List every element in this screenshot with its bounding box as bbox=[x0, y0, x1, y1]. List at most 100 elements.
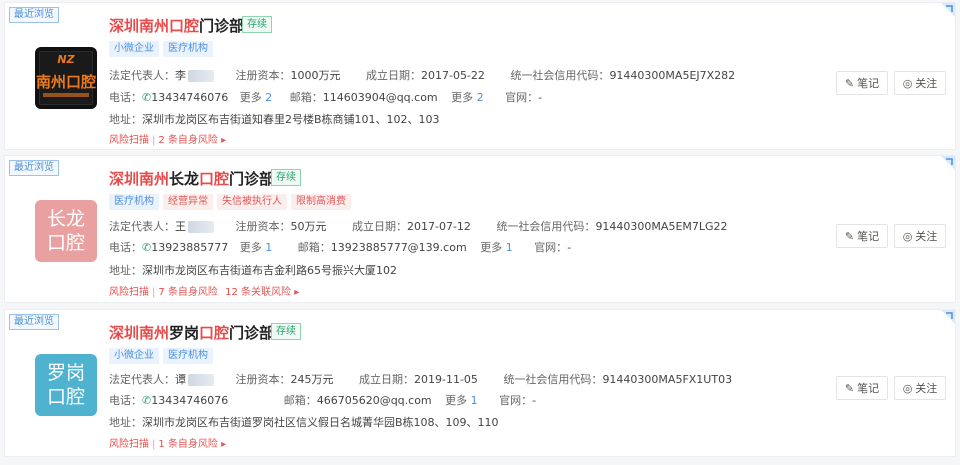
legal-rep-name[interactable]: 李 bbox=[175, 69, 186, 82]
company-name[interactable]: 深圳南州长龙口腔门诊部 bbox=[109, 168, 274, 189]
company-card[interactable]: 最近浏览 NZ 南州口腔 深圳南州口腔门诊部 存续 小微企业 医疗机构 法定代表… bbox=[4, 2, 956, 150]
edit-icon: ✎ bbox=[844, 76, 855, 90]
tag[interactable]: 医疗机构 bbox=[109, 194, 159, 210]
website-value: - bbox=[532, 394, 537, 407]
address-row: 地址：深圳市龙岗区布吉街道布吉金利路65号振兴大厦102 bbox=[109, 262, 397, 278]
follow-button[interactable]: ◎ 关注 bbox=[894, 376, 946, 400]
company-name[interactable]: 深圳南州罗岗口腔门诊部 bbox=[109, 322, 274, 343]
tag[interactable]: 医疗机构 bbox=[163, 41, 213, 57]
company-logo[interactable]: NZ 南州口腔 bbox=[35, 47, 97, 109]
phone-label: 电话： bbox=[109, 241, 142, 254]
address-value[interactable]: 深圳市龙岗区布吉街道罗岗社区信义假日名城菁华园B栋108、109、110 bbox=[142, 416, 499, 429]
capital-label: 注册资本： bbox=[235, 373, 291, 386]
address-row: 地址：深圳市龙岗区布吉街道罗岗社区信义假日名城菁华园B栋108、109、110 bbox=[109, 414, 499, 430]
company-card[interactable]: 最近浏览 长龙口腔 深圳南州长龙口腔门诊部 存续 医疗机构 经营异常 失信被执行… bbox=[4, 155, 956, 303]
basic-info-row: 法定代表人：李 注册资本：1000万元 成立日期：2017-05-22 统一社会… bbox=[109, 67, 735, 83]
phone-icon: ✆ bbox=[142, 91, 152, 104]
logo-text: 罗岗口腔 bbox=[46, 362, 85, 408]
note-button[interactable]: ✎ 笔记 bbox=[836, 71, 888, 95]
risk-scan-label: 风险扫描 bbox=[109, 439, 149, 450]
address-label: 地址： bbox=[109, 416, 142, 429]
follow-button[interactable]: ◎ 关注 bbox=[894, 71, 946, 95]
legal-rep-label: 法定代表人： bbox=[109, 69, 175, 82]
tag[interactable]: 医疗机构 bbox=[163, 348, 213, 364]
company-card[interactable]: 最近浏览 罗岗口腔 深圳南州罗岗口腔门诊部 存续 小微企业 医疗机构 法定代表人… bbox=[4, 309, 956, 457]
search-result-list: 最近浏览 NZ 南州口腔 深圳南州口腔门诊部 存续 小微企业 医疗机构 法定代表… bbox=[0, 0, 960, 465]
capital-label: 注册资本： bbox=[235, 69, 291, 82]
legal-rep-label: 法定代表人： bbox=[109, 220, 175, 233]
founded-label: 成立日期： bbox=[352, 220, 407, 233]
address-value[interactable]: 深圳市龙岗区布吉街道知春里2号楼B栋商铺101、102、103 bbox=[142, 113, 440, 126]
website-value: - bbox=[538, 91, 543, 104]
founded-value: 2017-05-22 bbox=[421, 69, 485, 82]
company-logo[interactable]: 罗岗口腔 bbox=[35, 354, 97, 416]
risk-scan-label: 风险扫描 bbox=[109, 287, 149, 298]
risk-scan[interactable]: 风险扫描 | 7 条自身风险 12 条关联风险 ▸ bbox=[109, 283, 299, 298]
email-value[interactable]: 114603904@qq.com bbox=[323, 91, 438, 104]
phone-more-link[interactable]: 更多 1 bbox=[240, 241, 273, 254]
status-badge: 存续 bbox=[271, 323, 301, 340]
tag-list: 小微企业 医疗机构 bbox=[109, 41, 213, 57]
contact-row: 电话：✆13434746076 邮箱：466705620@qq.com 更多 1… bbox=[109, 392, 536, 408]
location-pin-icon: ◎ bbox=[902, 381, 913, 395]
capital-label: 注册资本： bbox=[235, 220, 291, 233]
self-risk-link[interactable]: 7 条自身风险 bbox=[158, 287, 218, 298]
tag-list: 小微企业 医疗机构 bbox=[109, 348, 213, 364]
phone-value[interactable]: 13923885777 bbox=[151, 241, 228, 254]
related-risk-link[interactable]: 12 条关联风险 ▸ bbox=[225, 287, 299, 298]
phone-label: 电话： bbox=[109, 394, 142, 407]
self-risk-link[interactable]: 1 条自身风险 ▸ bbox=[158, 439, 226, 450]
blur-mask bbox=[188, 70, 214, 82]
basic-info-row: 法定代表人：谭 注册资本：245万元 成立日期：2019-11-05 统一社会信… bbox=[109, 371, 732, 387]
tag[interactable]: 失信被执行人 bbox=[217, 194, 287, 210]
company-name[interactable]: 深圳南州口腔门诊部 bbox=[109, 15, 244, 36]
location-pin-icon: ◎ bbox=[902, 76, 913, 90]
self-risk-link[interactable]: 2 条自身风险 ▸ bbox=[158, 135, 226, 146]
tag[interactable]: 经营异常 bbox=[163, 194, 213, 210]
risk-scan[interactable]: 风险扫描 | 2 条自身风险 ▸ bbox=[109, 131, 226, 146]
tag[interactable]: 小微企业 bbox=[109, 41, 159, 57]
corner-mark-icon bbox=[941, 156, 955, 170]
basic-info-row: 法定代表人：王 注册资本：50万元 成立日期：2017-07-12 统一社会信用… bbox=[109, 218, 728, 234]
recently-viewed-tag: 最近浏览 bbox=[9, 314, 59, 330]
email-more-link[interactable]: 更多 1 bbox=[480, 241, 513, 254]
legal-rep-name[interactable]: 王 bbox=[175, 220, 186, 233]
legal-rep-name[interactable]: 谭 bbox=[175, 373, 186, 386]
tag[interactable]: 小微企业 bbox=[109, 348, 159, 364]
credit-code-label: 统一社会信用代码： bbox=[510, 69, 610, 82]
credit-code-value: 91440300MA5FX1UT03 bbox=[602, 373, 733, 386]
phone-value[interactable]: 13434746076 bbox=[151, 91, 228, 104]
credit-code-label: 统一社会信用代码： bbox=[496, 220, 596, 233]
note-button[interactable]: ✎ 笔记 bbox=[836, 376, 888, 400]
follow-button[interactable]: ◎ 关注 bbox=[894, 224, 946, 248]
status-badge: 存续 bbox=[242, 16, 272, 33]
website-label: 官网： bbox=[499, 394, 533, 407]
email-value[interactable]: 466705620@qq.com bbox=[317, 394, 432, 407]
email-label: 邮箱： bbox=[297, 241, 331, 254]
risk-scan[interactable]: 风险扫描 | 1 条自身风险 ▸ bbox=[109, 435, 226, 450]
legal-rep-label: 法定代表人： bbox=[109, 373, 175, 386]
note-button[interactable]: ✎ 笔记 bbox=[836, 224, 888, 248]
website-value: - bbox=[567, 241, 572, 254]
phone-value[interactable]: 13434746076 bbox=[151, 394, 228, 407]
phone-more-link[interactable]: 更多 2 bbox=[240, 91, 273, 104]
logo-text: 南州口腔 bbox=[35, 73, 96, 91]
email-more-link[interactable]: 更多 2 bbox=[451, 91, 484, 104]
address-label: 地址： bbox=[109, 264, 142, 277]
capital-value: 50万元 bbox=[290, 220, 327, 233]
status-badge: 存续 bbox=[271, 169, 301, 186]
email-value[interactable]: 13923885777@139.com bbox=[331, 241, 467, 254]
tag-list: 医疗机构 经营异常 失信被执行人 限制高消费 bbox=[109, 194, 351, 210]
email-label: 邮箱： bbox=[289, 91, 323, 104]
email-more-link[interactable]: 更多 1 bbox=[445, 394, 478, 407]
company-logo[interactable]: 长龙口腔 bbox=[35, 200, 97, 262]
recently-viewed-tag: 最近浏览 bbox=[9, 160, 59, 176]
credit-code-value: 91440300MA5EM7LG22 bbox=[595, 220, 728, 233]
tag[interactable]: 限制高消费 bbox=[291, 194, 351, 210]
credit-code-label: 统一社会信用代码： bbox=[503, 373, 603, 386]
address-value[interactable]: 深圳市龙岗区布吉街道布吉金利路65号振兴大厦102 bbox=[142, 264, 397, 277]
founded-value: 2017-07-12 bbox=[407, 220, 471, 233]
logo-text: 长龙口腔 bbox=[46, 208, 85, 254]
founded-label: 成立日期： bbox=[359, 373, 414, 386]
phone-icon: ✆ bbox=[142, 241, 152, 254]
